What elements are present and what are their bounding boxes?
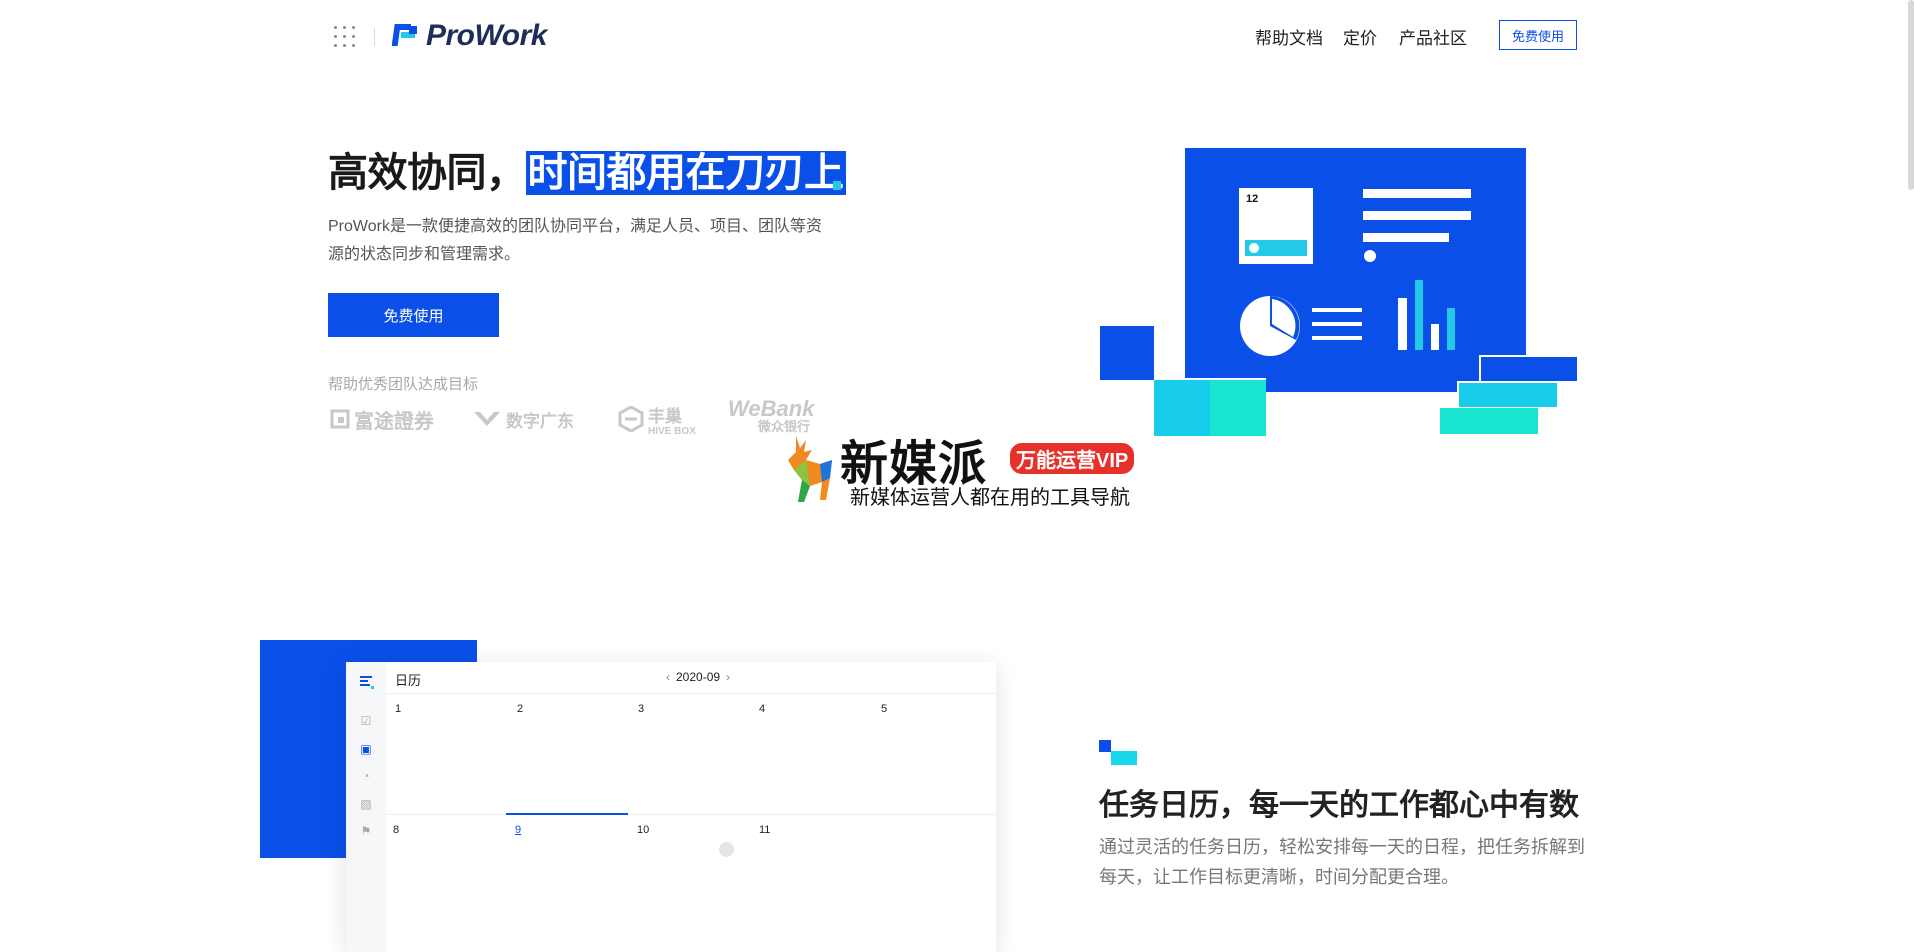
illustration-line-3 [1363,233,1449,242]
calendar-month: 2020-09 [676,670,721,684]
hero-title: 高效协同，时间都用在刀刃上 [328,140,846,198]
illustration-pie-line-3 [1312,336,1362,340]
text-cursor-block [833,181,841,190]
hero-title-highlight: 时间都用在刀刃上 [525,151,846,195]
prowork-logo[interactable]: ProWork [392,18,547,54]
calendar-day[interactable]: 1 [395,703,401,715]
illustration-right-cyan-bar [1457,381,1559,409]
illustration-outline-block [1154,378,1266,380]
calendar-day[interactable]: 4 [759,703,765,715]
section-mark-cyan [1111,751,1137,765]
partner-sub: HIVE BOX [648,425,696,437]
bell-icon[interactable]: ⚑ [359,824,373,838]
calendar-icon[interactable]: ▣ [359,742,373,756]
calendar-day[interactable]: 8 [393,824,399,836]
illustration-right-teal-bar [1440,408,1538,434]
illustration-pie-line-2 [1312,322,1362,326]
futu-icon [330,409,350,429]
section-mark-blue [1099,740,1111,752]
calendar-section-description: 通过灵活的任务日历，轻松安排每一天的日程，把任务拆解到每天，让工作目标更清晰，时… [1099,837,1585,887]
calendar-today-indicator [506,813,628,815]
calendar-sidebar: ☑ ▣ ◔ ▧ ⚑ [346,662,386,952]
hivebox-icon [618,406,644,432]
calendar-day[interactable]: 10 [637,824,649,836]
illustration-pie-line-1 [1312,308,1362,312]
calendar-section-title: 任务日历，每一天的工作都心中有数 [1099,789,1579,822]
calendar-day[interactable]: 3 [638,703,644,715]
illustration-bar-3 [1431,324,1439,350]
partner-logo-futu: 富途證券 [330,404,434,434]
nav-help-docs[interactable]: 帮助文档 [1255,24,1323,49]
task-check-icon[interactable]: ☑ [359,714,373,728]
watermark-badge: 万能运营VIP [1008,441,1137,476]
hero-illustration: 12 [1100,148,1579,436]
calendar-week-divider [386,814,996,815]
partner-text: 丰巢 HIVE BOX [648,402,696,437]
calendar-preview: ☑ ▣ ◔ ▧ ⚑ 日历 ‹ 2020-09 › 1 2 3 4 5 8 9 10 … [346,662,996,952]
watermark-subtitle: 新媒体运营人都在用的工具导航 [850,487,1130,509]
calendar-header-divider [386,693,996,694]
partner-name: 数字广东 [506,411,574,431]
chevron-left-icon[interactable]: ‹ [666,670,670,684]
hero-title-plain: 高效协同， [328,151,526,195]
partners-label: 帮助优秀团队达成目标 [328,376,479,393]
nav-community[interactable]: 产品社区 [1399,24,1467,49]
partner-logo-digital-guangdong: 数字广东 [472,404,574,434]
prowork-logo-icon [392,24,417,46]
calendar-title: 日历 [395,673,422,688]
pie-chart-icon[interactable]: ◔ [359,769,373,783]
illustration-teal-block [1210,380,1266,436]
illustration-line-1 [1363,189,1471,198]
calendar-month-nav: ‹ 2020-09 › [666,670,730,684]
illustration-right-blue-bar [1479,355,1579,383]
illustration-bar-4 [1447,308,1455,350]
header-free-trial-button[interactable]: 免费使用 [1499,20,1577,50]
inbox-icon[interactable]: ▧ [359,797,373,811]
illustration-bar-1 [1398,298,1407,350]
calendar-day[interactable]: 2 [517,703,523,715]
illustration-check-icon [1249,243,1259,253]
partner-name: 丰巢 [648,406,682,426]
illustration-check-circle [1364,250,1376,262]
calendar-day[interactable]: 11 [759,824,770,836]
digital-guangdong-icon [474,412,500,426]
hero-description: ProWork是一款便捷高效的团队协同平台，满足人员、项目、团队等资源的状态同步… [328,218,822,263]
calendar-app-logo-icon [360,676,374,689]
calendar-day-today[interactable]: 9 [515,824,521,836]
illustration-small-blue-square [1100,326,1154,380]
logo-text: ProWork [426,19,547,52]
partner-name: 富途證券 [354,410,434,433]
nav-pricing[interactable]: 定价 [1343,24,1377,49]
partner-logo-webank: WeBank 微众银行 [728,396,815,434]
app-grid-icon[interactable] [334,26,356,48]
illustration-main-board [1185,148,1526,392]
chevron-right-icon[interactable]: › [726,670,730,684]
calendar-drag-handle[interactable] [719,842,734,857]
hero-free-trial-button[interactable]: 免费使用 [328,293,499,337]
illustration-cyan-block [1154,380,1210,436]
illustration-line-2 [1363,211,1471,220]
partner-name: WeBank [728,396,815,421]
deer-logo-icon [788,436,832,502]
illustration-date-number: 12 [1246,193,1258,205]
partner-logo-hivebox: 丰巢 HIVE BOX [618,402,696,437]
illustration-bar-2 [1415,280,1423,350]
page-scrollbar[interactable] [1908,0,1914,190]
header-divider [374,28,375,46]
calendar-day[interactable]: 5 [881,703,887,715]
